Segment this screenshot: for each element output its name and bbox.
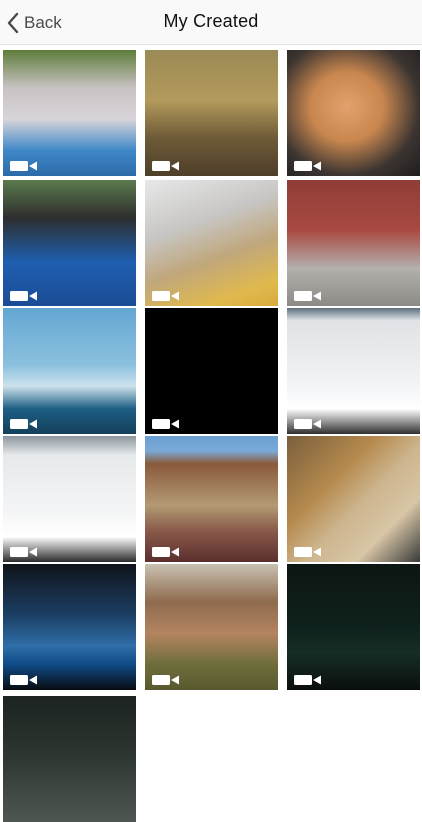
video-thumbnail[interactable] xyxy=(145,180,278,306)
video-thumbnail[interactable] xyxy=(3,50,136,176)
video-camera-icon xyxy=(152,291,180,301)
video-thumbnail[interactable] xyxy=(287,308,420,434)
video-camera-icon xyxy=(294,419,322,429)
video-thumbnail[interactable] xyxy=(145,308,278,434)
video-thumbnail[interactable] xyxy=(287,180,420,306)
video-camera-icon xyxy=(152,419,180,429)
video-thumbnail[interactable] xyxy=(145,564,278,690)
video-thumbnail[interactable] xyxy=(287,564,420,690)
video-camera-icon xyxy=(10,161,38,171)
video-camera-icon xyxy=(152,161,180,171)
video-thumbnail[interactable] xyxy=(287,436,420,562)
page-title: My Created xyxy=(163,11,259,31)
navigation-bar: Back My Created xyxy=(0,0,422,45)
video-thumbnail[interactable] xyxy=(3,180,136,306)
video-camera-icon xyxy=(294,675,322,685)
video-thumbnail[interactable] xyxy=(3,564,136,690)
video-thumbnail[interactable] xyxy=(145,50,278,176)
video-camera-icon xyxy=(10,291,38,301)
video-grid xyxy=(0,50,422,822)
video-camera-icon xyxy=(10,547,38,557)
video-camera-icon xyxy=(10,675,38,685)
video-thumbnail[interactable] xyxy=(287,50,420,176)
video-camera-icon xyxy=(152,675,180,685)
video-camera-icon xyxy=(294,547,322,557)
video-thumbnail[interactable] xyxy=(145,436,278,562)
video-camera-icon xyxy=(10,419,38,429)
video-camera-icon xyxy=(294,161,322,171)
video-thumbnail[interactable] xyxy=(3,696,136,822)
video-camera-icon xyxy=(294,291,322,301)
video-camera-icon xyxy=(152,547,180,557)
video-thumbnail[interactable] xyxy=(3,436,136,562)
video-thumbnail[interactable] xyxy=(3,308,136,434)
